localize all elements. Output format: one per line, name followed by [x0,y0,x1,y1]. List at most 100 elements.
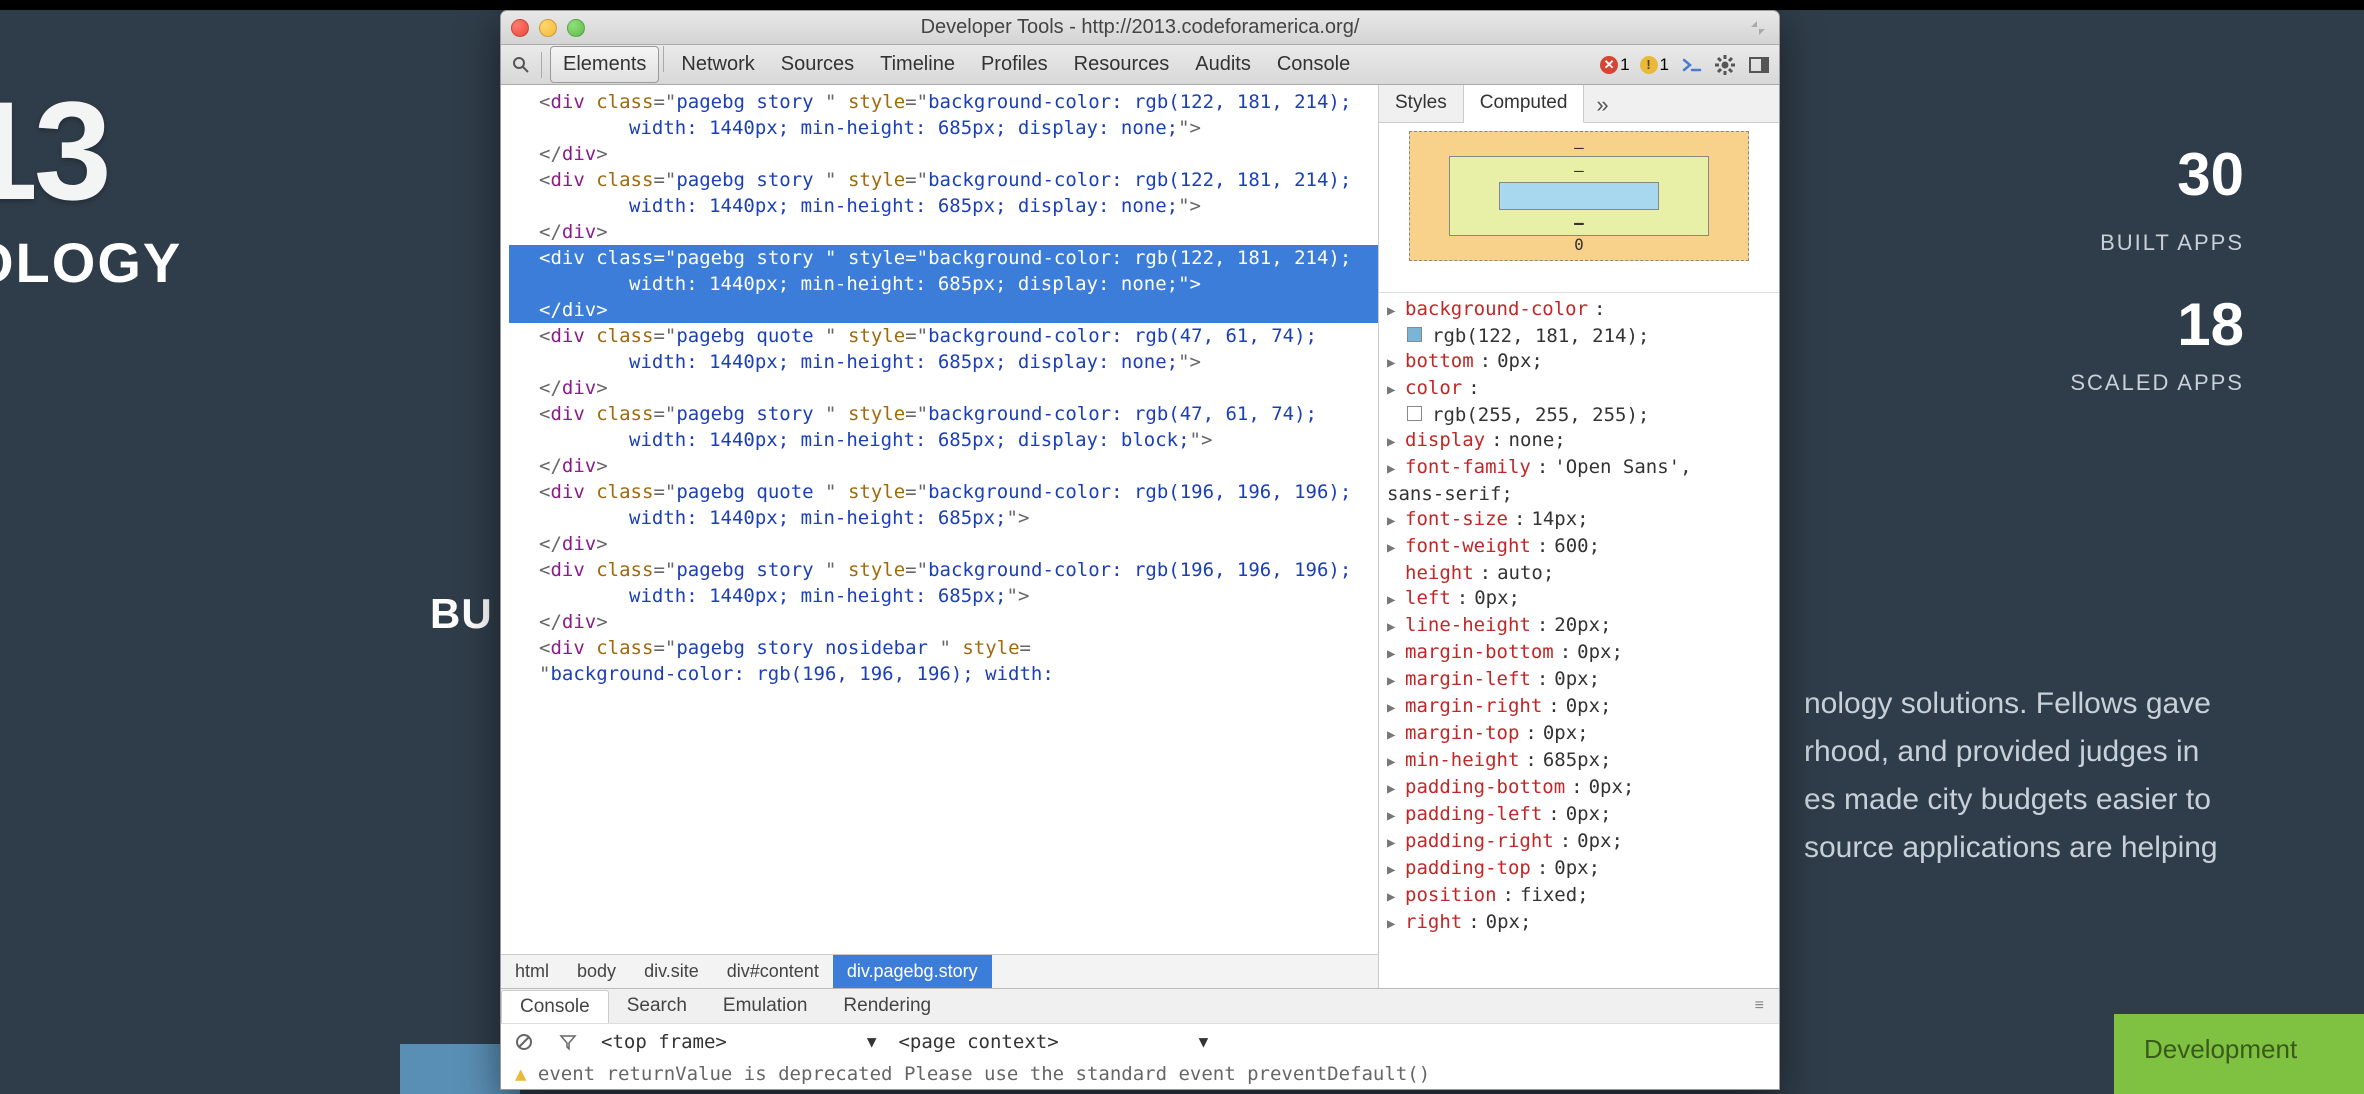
element-node[interactable]: <div class="pagebg story " style="backgr… [509,401,1378,453]
element-node[interactable]: <div class="pagebg quote " style="backgr… [509,479,1378,531]
computed-property-row[interactable]: ▶left: 0px; [1387,586,1771,613]
element-node-close[interactable]: </div> [509,453,1378,479]
computed-property-row[interactable]: ▶font-family: 'Open Sans', [1387,455,1771,482]
bg-number-13: 13 [0,70,108,232]
box-model-dash: – [1574,161,1584,180]
computed-property-row[interactable]: ▶margin-top: 0px; [1387,721,1771,748]
computed-property-row[interactable]: ▶padding-right: 0px; [1387,829,1771,856]
error-badge[interactable]: ✕ 1 [1600,55,1629,75]
element-node[interactable]: "background-color: rgb(196, 196, 196); w… [509,661,1378,687]
computed-property-row[interactable]: ▶padding-top: 0px; [1387,856,1771,883]
frame-selector[interactable]: <top frame> ▼ [601,1031,876,1053]
tab-audits[interactable]: Audits [1182,46,1264,83]
drawer-tab-console[interactable]: Console [501,990,609,1024]
box-model-dash: – [1574,213,1584,232]
bg-number-30: 30 [2177,140,2244,209]
clear-console-icon[interactable] [513,1031,535,1053]
computed-property-row[interactable]: ▶line-height: 20px; [1387,613,1771,640]
error-icon: ✕ [1600,56,1618,74]
context-selector[interactable]: <page context> ▼ [898,1031,1208,1053]
computed-property-row[interactable]: ▶font-size: 14px; [1387,507,1771,534]
window-title: Developer Tools - http://2013.codeforame… [501,16,1779,39]
sidebar-tab-styles[interactable]: Styles [1379,85,1464,122]
box-model-diagram[interactable]: – – – – 0 [1379,123,1779,293]
computed-property-row[interactable]: ▶padding-bottom: 0px; [1387,775,1771,802]
drawer-tab-rendering[interactable]: Rendering [825,990,949,1022]
devtools-window: Developer Tools - http://2013.codeforame… [500,10,1780,1090]
elements-pane: <div class="pagebg story " style="backgr… [501,85,1379,988]
bg-label-built-apps: BUILT APPS [2100,230,2244,256]
bg-green-block: Development [2114,1014,2364,1094]
element-node-close[interactable]: </div> [509,531,1378,557]
element-node-close[interactable]: </div> [509,609,1378,635]
computed-property-row[interactable]: ▶right: 0px; [1387,910,1771,937]
bg-green-label: Development [2144,1034,2297,1064]
tab-timeline[interactable]: Timeline [867,46,968,83]
breadcrumb-item[interactable]: div.pagebg.story [833,955,992,988]
computed-property-row[interactable]: ▶position: fixed; [1387,883,1771,910]
box-model-dash: – [1574,138,1584,157]
computed-property-row[interactable]: ▶margin-left: 0px; [1387,667,1771,694]
warning-badge[interactable]: ! 1 [1640,55,1669,75]
element-node[interactable]: <div class="pagebg story " style="backgr… [509,167,1378,219]
dock-icon[interactable] [1747,53,1771,77]
computed-property-row[interactable]: ▶min-height: 685px; [1387,748,1771,775]
sidebar-tabs: StylesComputed» [1379,85,1779,123]
breadcrumb-item[interactable]: html [501,955,563,988]
computed-property-row[interactable]: ▶padding-left: 0px; [1387,802,1771,829]
element-node[interactable]: <div class="pagebg story " style="backgr… [509,245,1378,297]
tab-resources[interactable]: Resources [1061,46,1183,83]
drawer: ConsoleSearchEmulationRendering ≡ <top fr… [501,988,1779,1089]
filter-icon[interactable] [557,1031,579,1053]
box-model-bottom-value: 0 [1574,235,1584,254]
element-node[interactable]: <div class="pagebg story " style="backgr… [509,557,1378,609]
main-split: <div class="pagebg story " style="backgr… [501,85,1779,988]
breadcrumb: htmlbodydiv.sitediv#contentdiv.pagebg.st… [501,954,1378,988]
elements-tree[interactable]: <div class="pagebg story " style="backgr… [501,85,1378,954]
computed-property-row[interactable]: ▶bottom: 0px; [1387,349,1771,376]
sidebar-more-icon[interactable]: » [1584,85,1620,122]
main-toolbar: ElementsNetworkSourcesTimelineProfilesRe… [501,45,1779,85]
drawer-tab-search[interactable]: Search [609,990,705,1022]
element-node[interactable]: <div class="pagebg story nosidebar " sty… [509,635,1378,661]
context-selector-value: <page context> [898,1031,1058,1053]
computed-property-row[interactable]: ▶display: none; [1387,428,1771,455]
computed-property-row[interactable]: height: auto; [1387,561,1771,586]
computed-property-value: rgb(122, 181, 214); [1387,324,1771,349]
error-count: 1 [1620,55,1629,75]
settings-gear-icon[interactable] [1713,53,1737,77]
titlebar[interactable]: Developer Tools - http://2013.codeforame… [501,11,1779,45]
toggle-drawer-icon[interactable] [1679,53,1703,77]
tab-profiles[interactable]: Profiles [968,46,1061,83]
element-node[interactable]: <div class="pagebg story " style="backgr… [509,89,1378,141]
breadcrumb-item[interactable]: div.site [630,955,713,988]
element-node[interactable]: <div class="pagebg quote " style="backgr… [509,323,1378,375]
tab-sources[interactable]: Sources [768,46,867,83]
search-icon[interactable] [509,53,533,77]
element-node-close[interactable]: </div> [509,375,1378,401]
computed-property-row[interactable]: ▶margin-bottom: 0px; [1387,640,1771,667]
tab-console[interactable]: Console [1264,46,1363,83]
tab-elements[interactable]: Elements [550,46,659,83]
computed-property-row[interactable]: ▶margin-right: 0px; [1387,694,1771,721]
bg-label-scaled-apps: SCALED APPS [2070,370,2244,396]
chevron-down-icon: ▼ [1199,1032,1209,1051]
fullscreen-icon[interactable] [1747,17,1769,39]
breadcrumb-item[interactable]: body [563,955,630,988]
computed-property-row[interactable]: ▶background-color: [1387,297,1771,324]
drawer-grip-icon[interactable]: ≡ [1741,991,1779,1021]
frame-selector-value: <top frame> [601,1031,727,1053]
computed-properties-list[interactable]: ▶background-color:rgb(122, 181, 214);▶bo… [1379,293,1779,988]
bg-number-18: 18 [2177,290,2244,359]
drawer-tab-emulation[interactable]: Emulation [705,990,826,1022]
breadcrumb-item[interactable]: div#content [713,955,833,988]
element-node-close[interactable]: </div> [509,297,1378,323]
computed-property-value: sans-serif; [1387,482,1771,507]
tab-network[interactable]: Network [668,46,767,83]
computed-property-row[interactable]: ▶color: [1387,376,1771,403]
computed-property-row[interactable]: ▶font-weight: 600; [1387,534,1771,561]
computed-property-value: rgb(255, 255, 255); [1387,403,1771,428]
element-node-close[interactable]: </div> [509,219,1378,245]
sidebar-tab-computed[interactable]: Computed [1464,85,1585,123]
element-node-close[interactable]: </div> [509,141,1378,167]
